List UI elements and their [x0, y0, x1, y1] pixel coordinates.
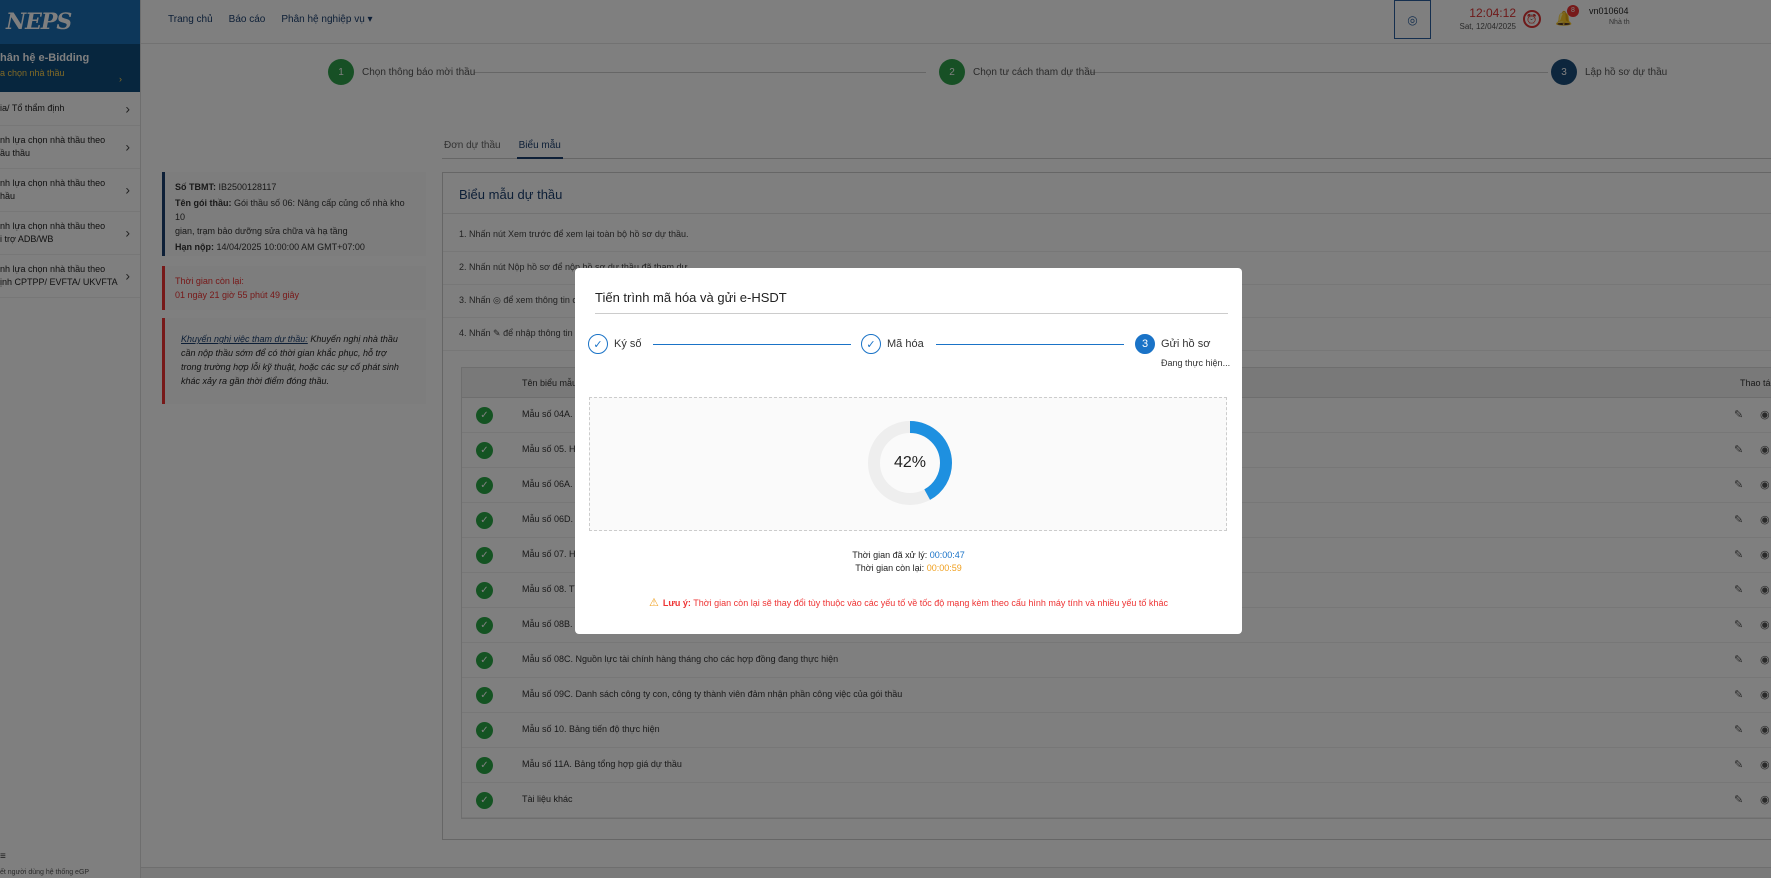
remaining-row: Thời gian còn lại: 00:00:59	[575, 563, 1242, 573]
modal-title: Tiến trình mã hóa và gửi e-HSDT	[595, 290, 787, 305]
modal-step-line	[653, 344, 851, 345]
modal-step-sign: ✓ Ký số	[588, 334, 642, 354]
modal-step-line	[936, 344, 1124, 345]
elapsed-value: 00:00:47	[929, 550, 965, 560]
note-text: Thời gian còn lại sẽ thay đổi tùy thuộc …	[693, 598, 1168, 608]
divider	[595, 313, 1228, 314]
progress-percent: 42%	[893, 454, 927, 471]
remaining-value: 00:00:59	[926, 563, 962, 573]
modal-step-status: Đang thực hiện...	[1161, 358, 1231, 368]
encrypt-submit-modal: Tiến trình mã hóa và gửi e-HSDT ✓ Ký số …	[575, 268, 1242, 634]
elapsed-label: Thời gian đã xử lý:	[852, 550, 928, 560]
note: ⚠ Lưu ý: Thời gian còn lại sẽ thay đổi tù…	[575, 596, 1242, 609]
note-label: Lưu ý:	[662, 598, 691, 608]
modal-step-label: Mã hóa	[887, 338, 924, 350]
progress-box: 42%	[589, 397, 1227, 531]
check-icon: ✓	[588, 334, 608, 354]
remaining-label: Thời gian còn lại:	[855, 563, 925, 573]
elapsed-row: Thời gian đã xử lý: 00:00:47	[575, 550, 1242, 560]
modal-step-label: Ký số	[614, 338, 642, 350]
modal-step-send: 3 Gửi hồ sơ	[1135, 334, 1210, 354]
warning-icon: ⚠	[649, 597, 659, 609]
check-icon: ✓	[861, 334, 881, 354]
modal-step-encrypt: ✓ Mã hóa	[861, 334, 924, 354]
step-number: 3	[1135, 334, 1155, 354]
modal-step-label: Gửi hồ sơ	[1161, 338, 1211, 350]
